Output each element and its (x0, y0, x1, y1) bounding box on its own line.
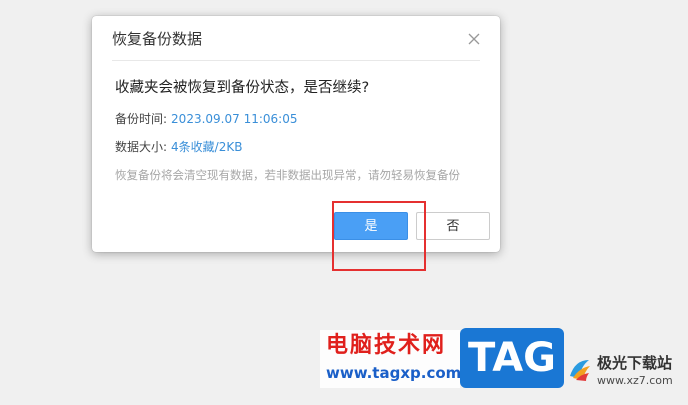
watermark-site-url: www.tagxp.com (326, 364, 462, 382)
dialog-title: 恢复备份数据 (112, 30, 203, 48)
data-size-row: 数据大小: 4条收藏/2KB (115, 138, 242, 156)
close-icon (466, 31, 482, 47)
backup-time-row: 备份时间: 2023.09.07 11:06:05 (115, 110, 297, 128)
data-size-label: 数据大小: (115, 140, 168, 154)
backup-time-label: 备份时间: (115, 112, 168, 126)
title-divider (112, 60, 480, 61)
watermark-tag-logo: TAG (460, 328, 564, 388)
aurora-logo-icon (567, 356, 593, 386)
watermark-text-block: 电脑技术网 www.tagxp.com (320, 330, 462, 388)
backup-time-value: 2023.09.07 11:06:05 (171, 112, 298, 126)
data-size-value: 4条收藏/2KB (171, 140, 243, 154)
watermark-brand-url: www.xz7.com (597, 374, 673, 387)
restore-backup-dialog: 恢复备份数据 收藏夹会被恢复到备份状态，是否继续? 备份时间: 2023.09.0… (92, 16, 500, 252)
close-button[interactable] (466, 31, 482, 47)
restore-warning: 恢复备份将会清空现有数据，若非数据出现异常，请勿轻易恢复备份 (115, 168, 460, 182)
highlight-box (332, 201, 426, 271)
watermark-brand-name: 极光下载站 (597, 354, 673, 372)
watermark-site-title: 电脑技术网 (326, 333, 447, 358)
no-button[interactable]: 否 (416, 212, 490, 240)
confirm-question: 收藏夹会被恢复到备份状态，是否继续? (115, 80, 370, 96)
watermark-brand: 极光下载站 www.xz7.com (567, 352, 685, 396)
